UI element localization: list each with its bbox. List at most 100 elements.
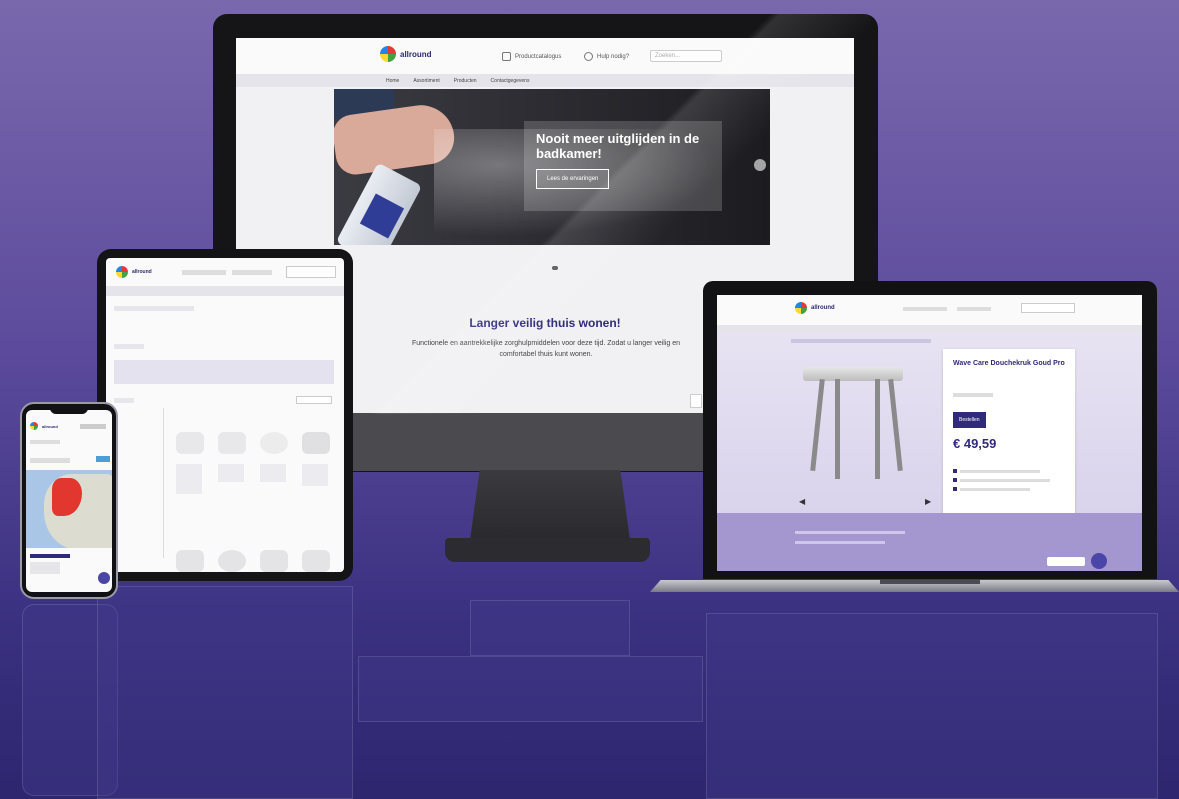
site-header: allround Productcatalogus Hulp nodig? Zo… <box>236 38 854 74</box>
arrow-right-icon[interactable] <box>754 159 766 171</box>
laptop-logo[interactable]: allround <box>795 302 835 314</box>
laptop-nav <box>717 325 1142 333</box>
product-thumb[interactable] <box>302 550 330 572</box>
tablet-sort-select[interactable] <box>296 396 332 404</box>
phone-breadcrumb <box>30 440 60 444</box>
laptop-reflection <box>706 613 1158 799</box>
tablet-website: allround <box>106 258 344 572</box>
laptop-product-area <box>717 333 1142 513</box>
monitor-stand <box>470 470 630 540</box>
tablet-breadcrumb <box>114 306 194 311</box>
laptop-hinge <box>880 580 980 584</box>
phone-header-icons[interactable] <box>80 424 106 429</box>
check-icon <box>953 469 957 473</box>
help-link[interactable]: Hulp nodig? <box>584 52 629 61</box>
phone-button[interactable] <box>96 456 110 462</box>
product-card-text <box>302 464 328 486</box>
laptop-breadcrumb <box>791 339 931 343</box>
laptop-catalog-link[interactable] <box>903 307 947 311</box>
catalog-icon <box>502 52 511 61</box>
usp-text <box>960 487 1030 491</box>
product-variant-label <box>953 393 993 397</box>
phone-location-title <box>30 554 70 558</box>
product-thumb[interactable] <box>260 550 288 572</box>
phone-location-text <box>30 562 60 574</box>
stand-reflection <box>470 600 630 656</box>
monitor-base <box>445 538 650 562</box>
nav-item-contact[interactable]: Contactgegevens <box>491 78 530 84</box>
laptop-logo-text: allround <box>811 305 835 311</box>
stool-leg <box>875 379 880 479</box>
hero-title: Nooit meer uitglijden in de badkamer! <box>536 131 700 161</box>
tablet-logo-icon <box>116 266 128 278</box>
usp-text <box>960 469 1040 473</box>
laptop-search-input[interactable] <box>1021 303 1075 313</box>
phone-notch <box>50 406 88 414</box>
usp-line <box>953 487 1065 491</box>
product-card-text <box>176 464 202 494</box>
catalog-link-label: Productcatalogus <box>515 53 562 60</box>
tablet-search-input[interactable] <box>286 266 336 278</box>
nav-item-assortiment[interactable]: Assortiment <box>413 78 439 84</box>
nav-item-home[interactable]: Home <box>386 78 399 84</box>
phone-heading <box>30 458 70 463</box>
product-card-text <box>218 464 244 482</box>
hero-card: Nooit meer uitglijden in de badkamer! Le… <box>524 121 722 211</box>
phone-logo-text: allround <box>42 423 58 429</box>
check-icon <box>953 487 957 491</box>
tablet-help-link[interactable] <box>232 270 272 275</box>
hero-button[interactable]: Lees de ervaringen <box>536 169 610 189</box>
logo-icon <box>380 46 396 62</box>
laptop-website: allround ◀ ▶ Wave Care Douchekruk Goud P… <box>717 295 1142 571</box>
order-button[interactable]: Bestellen <box>953 412 986 428</box>
carousel-indicator[interactable] <box>552 266 558 270</box>
help-link-label: Hulp nodig? <box>597 53 630 60</box>
scroll-button[interactable] <box>690 394 702 408</box>
main-nav: Home Assortiment Producten Contactgegeve… <box>236 74 854 87</box>
tablet-logo[interactable]: allround <box>116 266 152 278</box>
hero-banner: Nooit meer uitglijden in de badkamer! Le… <box>334 89 770 245</box>
chat-icon[interactable] <box>98 572 110 584</box>
monitor-reflection <box>358 656 703 722</box>
arrow-right-icon[interactable]: ▶ <box>925 497 931 506</box>
section-text: Functionele en aantrekkelijke zorghulpmi… <box>411 340 681 358</box>
laptop-info-text <box>795 541 885 544</box>
nav-item-producten[interactable]: Producten <box>454 78 477 84</box>
tablet-filter-sidebar <box>114 408 164 558</box>
tablet-catalog-link[interactable] <box>182 270 226 275</box>
arrow-left-icon[interactable]: ◀ <box>799 497 805 506</box>
laptop-contact-button[interactable] <box>1047 557 1085 566</box>
usp-line <box>953 478 1065 482</box>
phone-map[interactable] <box>26 470 112 548</box>
usp-text <box>960 478 1050 482</box>
phone-logo-icon <box>30 422 38 430</box>
phone-icon <box>584 52 593 61</box>
laptop-logo-icon <box>795 302 807 314</box>
laptop-info-text <box>795 531 905 534</box>
product-thumb[interactable] <box>218 432 246 454</box>
product-thumb[interactable] <box>218 550 246 572</box>
product-title: Wave Care Douchekruk Goud Pro <box>953 360 1065 367</box>
laptop-help-link[interactable] <box>957 307 991 311</box>
check-icon <box>953 478 957 482</box>
stool-leg <box>835 379 840 479</box>
tablet-filter-label <box>114 398 134 403</box>
catalog-link[interactable]: Productcatalogus <box>502 52 561 61</box>
product-thumb[interactable] <box>260 432 288 454</box>
product-thumb[interactable] <box>176 550 204 572</box>
chat-icon[interactable] <box>1091 553 1107 569</box>
logo[interactable]: allround <box>380 46 432 62</box>
tablet-reflection <box>97 586 353 799</box>
product-thumb[interactable] <box>176 432 204 454</box>
search-input[interactable]: Zoeken... <box>650 50 722 62</box>
tablet-info-banner <box>114 360 334 384</box>
product-card-text <box>260 464 286 482</box>
laptop-header: allround <box>717 295 1142 325</box>
product-price: € 49,59 <box>953 436 997 451</box>
phone-logo[interactable]: allround <box>30 422 58 430</box>
logo-text: allround <box>400 49 432 59</box>
phone-website: allround <box>26 410 112 592</box>
tablet-logo-text: allround <box>132 269 152 275</box>
tablet-heading <box>114 344 144 349</box>
product-thumb[interactable] <box>302 432 330 454</box>
